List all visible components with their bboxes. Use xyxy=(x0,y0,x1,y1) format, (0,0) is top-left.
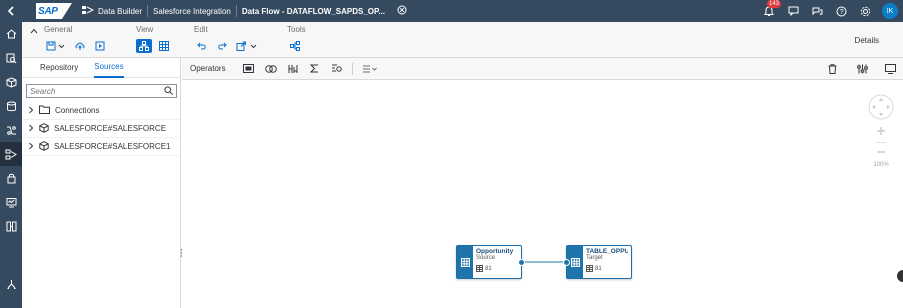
breadcrumb-salesforce-integration[interactable]: Salesforce Integration xyxy=(153,7,231,16)
toolbar-group-tools: Tools xyxy=(287,25,306,53)
side-panel-toggle[interactable] xyxy=(897,270,903,282)
toolbar-group-general-title: General xyxy=(44,25,73,34)
redo-button[interactable] xyxy=(214,39,230,53)
toolbar-group-edit-title: Edit xyxy=(194,25,208,34)
avatar[interactable]: IK xyxy=(882,3,898,19)
union-operator-icon[interactable] xyxy=(282,60,304,78)
toolbar-group-general: General xyxy=(44,25,108,53)
tree-item-connections[interactable]: Connections xyxy=(22,102,180,120)
system-icon[interactable] xyxy=(0,272,22,296)
tree-item-salesforce[interactable]: SALESFORCE#SALESFORCE xyxy=(22,120,180,138)
chevron-right-icon[interactable] xyxy=(28,124,34,134)
columns-icon xyxy=(476,265,483,272)
data-integration-monitor-icon[interactable] xyxy=(0,190,22,214)
breadcrumb: Data Builder Salesforce Integration Data… xyxy=(82,0,407,22)
shell-bar: SAP Data Builder Salesforce Integration … xyxy=(0,0,903,22)
sap-logo[interactable]: SAP xyxy=(36,3,72,19)
diagram-view-button[interactable] xyxy=(136,39,152,53)
chevron-right-icon[interactable] xyxy=(28,142,34,152)
auto-layout-icon[interactable] xyxy=(851,60,873,78)
input-port[interactable] xyxy=(563,259,570,266)
tree-item-label: Connections xyxy=(55,106,100,115)
tree-item-salesforce1[interactable]: SALESFORCE#SALESFORCE1 xyxy=(22,138,180,156)
tab-repository[interactable]: Repository xyxy=(40,58,78,78)
join-operator-icon[interactable] xyxy=(260,60,282,78)
repository-icon[interactable] xyxy=(0,70,22,94)
collapse-toolbar-icon[interactable] xyxy=(30,27,38,36)
tab-sources[interactable]: Sources xyxy=(94,58,124,78)
breadcrumb-data-builder[interactable]: Data Builder xyxy=(98,7,142,16)
data-access-icon[interactable] xyxy=(0,166,22,190)
toolbar-group-view: View xyxy=(136,25,172,53)
table-icon xyxy=(457,246,473,278)
help-icon[interactable]: ? xyxy=(829,0,853,22)
save-menu-button[interactable] xyxy=(44,39,68,53)
run-button[interactable] xyxy=(92,39,108,53)
data-builder-nav-icon[interactable] xyxy=(0,142,22,166)
panel-tabs: Repository Sources xyxy=(22,58,180,78)
node-role: Target xyxy=(586,255,603,261)
export-menu-button[interactable] xyxy=(234,39,260,53)
preview-monitor-icon[interactable] xyxy=(879,60,901,78)
node-table-target[interactable]: TABLE_OPPU... Target 81 xyxy=(563,245,632,279)
undo-button[interactable] xyxy=(194,39,210,53)
tree-item-label: SALESFORCE#SALESFORCE xyxy=(54,124,167,133)
data-builder-icon xyxy=(82,5,95,17)
canvas-toolbar: Operators xyxy=(182,58,903,80)
close-tab-icon[interactable] xyxy=(397,5,407,17)
data-marketplace-icon[interactable] xyxy=(0,94,22,118)
operators-label: Operators xyxy=(190,64,226,73)
folder-icon xyxy=(39,105,50,116)
notification-badge: 143 xyxy=(767,0,782,8)
node-role: Source xyxy=(476,255,496,261)
impact-lineage-button[interactable] xyxy=(287,39,303,53)
search-icon[interactable] xyxy=(164,85,173,97)
notifications-icon[interactable]: 143 xyxy=(757,0,782,22)
feedback-icon[interactable] xyxy=(781,0,805,22)
chevron-right-icon[interactable] xyxy=(28,106,34,116)
editor-toolbar: General View Edit Tools Details xyxy=(22,22,903,58)
delete-icon[interactable] xyxy=(821,60,843,78)
back-icon[interactable] xyxy=(0,0,22,22)
output-port[interactable] xyxy=(518,259,525,266)
details-button[interactable]: Details xyxy=(855,36,879,45)
catalog-search-icon[interactable] xyxy=(0,46,22,70)
toolbar-group-tools-title: Tools xyxy=(287,25,306,34)
deploy-button[interactable] xyxy=(72,39,88,53)
tree-item-label: SALESFORCE#SALESFORCE1 xyxy=(54,142,171,151)
data-flow-canvas[interactable]: 100% Opportunity Source 81 TABLE_OPPU...… xyxy=(182,80,903,308)
node-column-count: 81 xyxy=(586,265,628,272)
node-opportunity-source[interactable]: Opportunity Source 81 xyxy=(456,245,525,279)
columns-icon xyxy=(586,265,593,272)
search-field[interactable] xyxy=(26,84,177,98)
node-column-count: 81 xyxy=(476,265,518,272)
connections-icon[interactable] xyxy=(0,214,22,238)
projection-operator-icon[interactable] xyxy=(238,60,260,78)
cube-icon xyxy=(39,140,49,153)
settings-icon[interactable] xyxy=(853,0,877,22)
node-name: TABLE_OPPU... xyxy=(586,248,628,255)
toolbar-group-view-title: View xyxy=(136,25,154,34)
toolbar-group-edit: Edit xyxy=(194,25,260,53)
cube-icon xyxy=(39,122,49,135)
home-icon[interactable] xyxy=(0,22,22,46)
breadcrumb-data-flow: Data Flow - DATAFLOW_SAPDS_OP... xyxy=(241,6,385,16)
more-operators-menu[interactable] xyxy=(357,60,383,78)
source-browser-panel: Repository Sources Connections SALESFORC… xyxy=(22,58,181,308)
connection-lines xyxy=(523,261,566,263)
business-builder-icon[interactable] xyxy=(0,118,22,142)
search-input[interactable] xyxy=(30,86,150,96)
svg-text:?: ? xyxy=(839,9,843,16)
table-view-button[interactable] xyxy=(156,39,172,53)
node-name: Opportunity xyxy=(476,248,514,255)
script-operator-icon[interactable] xyxy=(326,60,348,78)
discussion-icon[interactable] xyxy=(805,0,829,22)
aggregation-operator-icon[interactable] xyxy=(304,60,326,78)
side-navigation xyxy=(0,22,22,308)
